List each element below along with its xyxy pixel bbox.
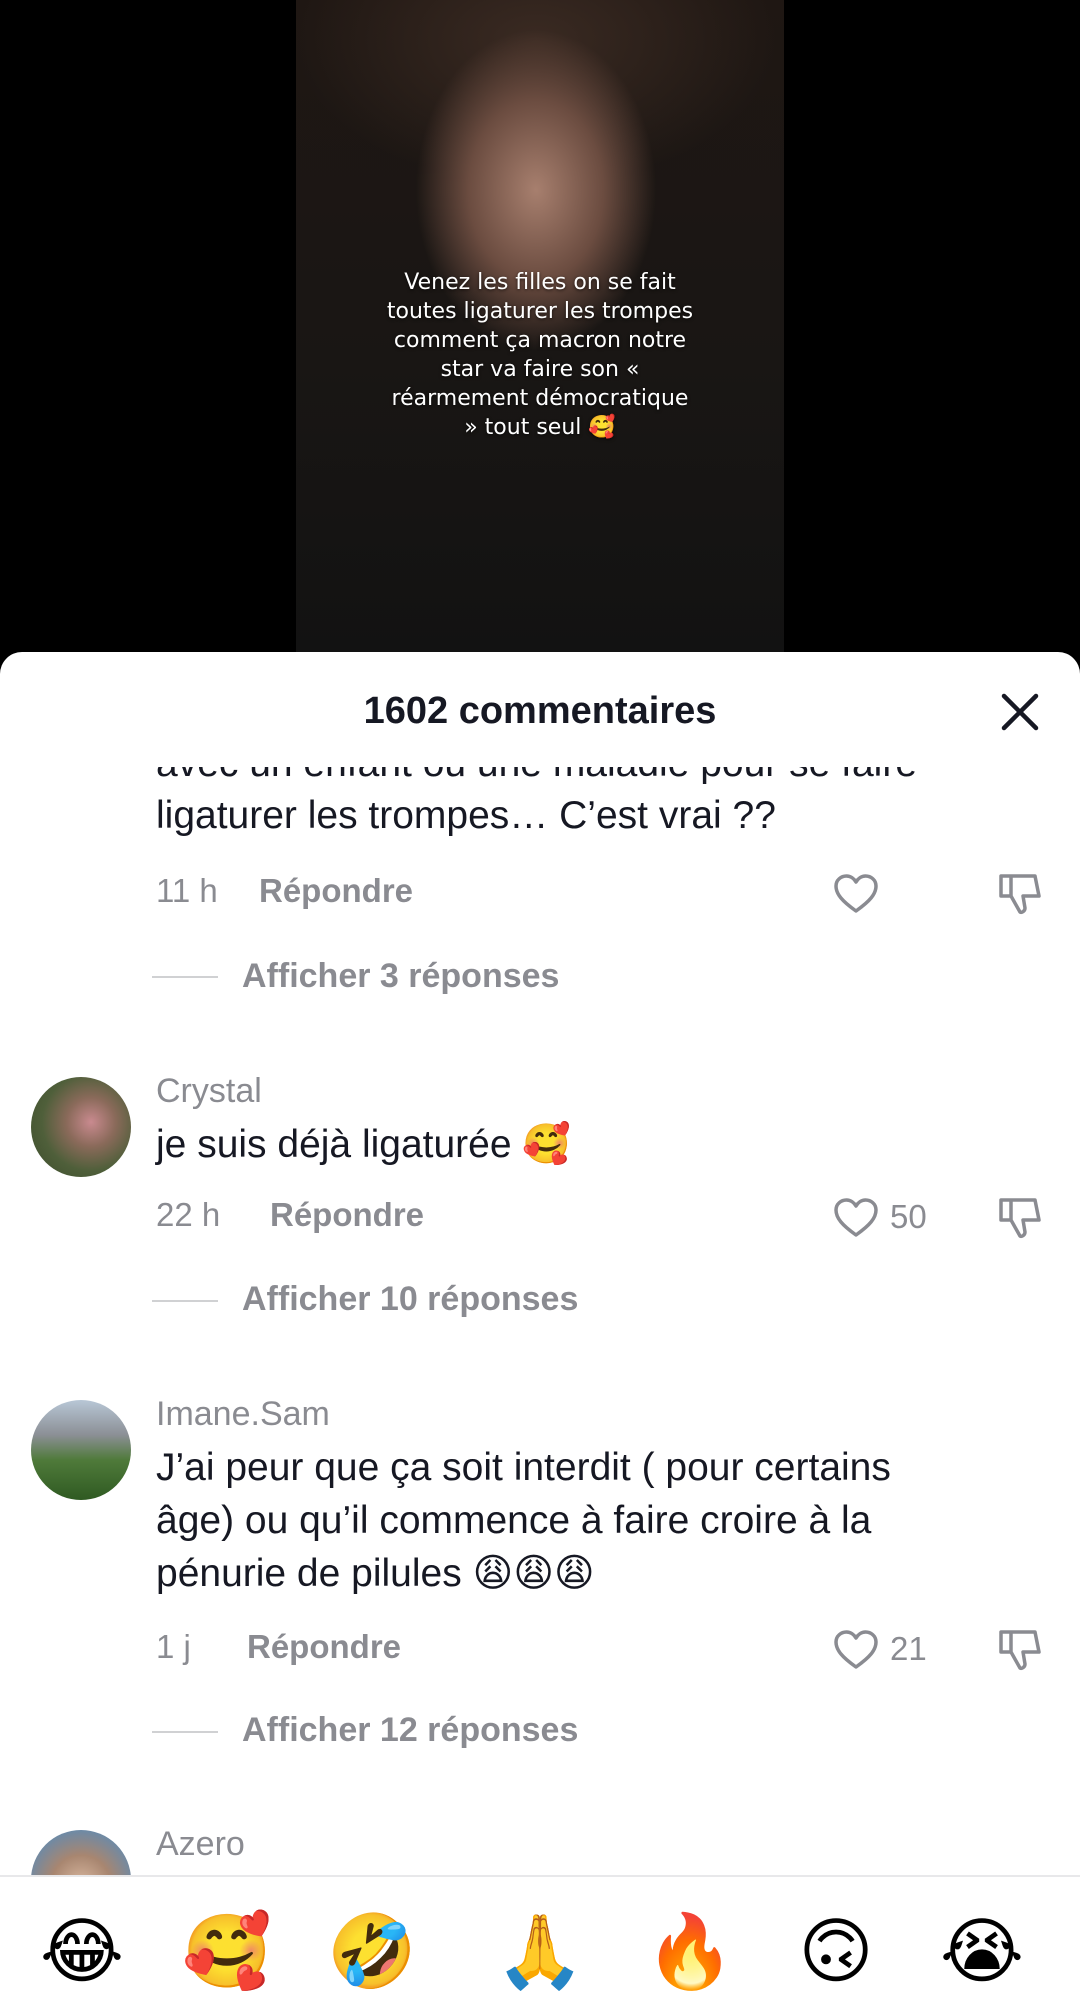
replies-divider: [152, 1731, 218, 1733]
comments-count-title: 1602 commentaires: [363, 690, 717, 732]
like-count: 50: [890, 1198, 927, 1235]
emoji-button[interactable]: 😭: [937, 1907, 1027, 1997]
avatar[interactable]: [31, 1400, 131, 1500]
video-player[interactable]: Venez les filles on se fait toutes ligat…: [0, 0, 1080, 660]
comment-time: 1 j: [156, 1628, 191, 1665]
view-replies-button[interactable]: Afficher 12 réponses: [242, 1711, 578, 1750]
comment-username[interactable]: Imane.Sam: [156, 1395, 330, 1434]
avatar[interactable]: [31, 1830, 131, 1875]
comment-item: Crystal je suis déjà ligaturée 🥰 22 h Ré…: [0, 1072, 1080, 1342]
emoji-button[interactable]: 🤣: [327, 1907, 417, 1997]
heart-icon: [834, 874, 878, 913]
close-button[interactable]: [996, 688, 1044, 736]
view-replies-button[interactable]: Afficher 10 réponses: [242, 1280, 578, 1319]
like-button[interactable]: [832, 870, 880, 918]
avatar[interactable]: [31, 1077, 131, 1177]
comment-text: je suis déjà ligaturée 🥰: [156, 1123, 571, 1166]
dislike-button[interactable]: [995, 870, 1043, 918]
view-replies-button[interactable]: Afficher 3 réponses: [242, 957, 559, 996]
comment-text-line: âge) ou qu’il commence à faire croire à …: [156, 1499, 872, 1542]
thumbs-down-icon: [999, 1630, 1041, 1670]
like-button[interactable]: [832, 1194, 880, 1242]
emoji-button[interactable]: 😂: [37, 1907, 127, 1997]
comments-sheet: 1602 commentaires avec un enfant ou une …: [0, 652, 1080, 2015]
dislike-button[interactable]: [995, 1626, 1043, 1674]
emoji-quick-bar: 😂 🥰 🤣 🙏 🔥 🙃 😭: [0, 1875, 1080, 2015]
comment-item: Imane.Sam J’ai peur que ça soit interdit…: [0, 1395, 1080, 1775]
emoji-button[interactable]: 🥰: [182, 1907, 272, 1997]
replies-divider: [152, 1300, 218, 1302]
video-caption: Venez les filles on se fait toutes ligat…: [386, 270, 694, 440]
comment-username[interactable]: Crystal: [156, 1072, 262, 1111]
replies-divider: [152, 976, 218, 978]
emoji-button[interactable]: 🙃: [791, 1907, 881, 1997]
close-icon: [1001, 693, 1039, 731]
comment-text-partial: avec un enfant ou une maladie pour se fa…: [156, 767, 1016, 790]
emoji-button[interactable]: 🔥: [645, 1907, 735, 1997]
comment-text-line: pénurie de pilules 😩😩😩: [156, 1552, 595, 1595]
comment-username[interactable]: Azero: [156, 1825, 245, 1864]
reply-button[interactable]: Répondre: [259, 872, 413, 910]
like-count: 21: [890, 1630, 927, 1667]
emoji-button[interactable]: 🙏: [495, 1907, 585, 1997]
reply-button[interactable]: Répondre: [247, 1628, 401, 1666]
thumbs-down-icon: [999, 874, 1041, 914]
comments-list[interactable]: avec un enfant ou une maladie pour se fa…: [0, 767, 1080, 1875]
comment-time: 22 h: [156, 1196, 221, 1233]
comment-text: ligaturer les trompes… C’est vrai ??: [156, 794, 776, 837]
comment-item: Azero: [0, 1825, 1080, 1875]
heart-icon: [834, 1630, 878, 1669]
comment-text-line: J’ai peur que ça soit interdit ( pour ce…: [156, 1446, 891, 1489]
comments-header: 1602 commentaires: [0, 652, 1080, 767]
heart-icon: [834, 1198, 878, 1237]
dislike-button[interactable]: [995, 1194, 1043, 1242]
like-button[interactable]: [832, 1626, 880, 1674]
comment-time: 11 h: [156, 872, 218, 909]
reply-button[interactable]: Répondre: [270, 1196, 424, 1234]
comment-item: avec un enfant ou une maladie pour se fa…: [0, 767, 1080, 1017]
thumbs-down-icon: [999, 1198, 1041, 1238]
